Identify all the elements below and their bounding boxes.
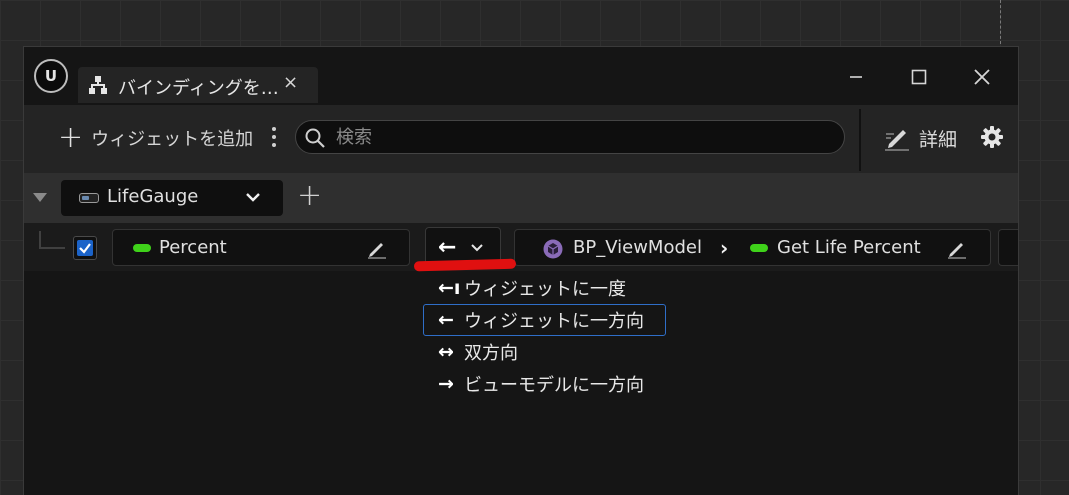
pencil-edit-icon <box>885 130 909 151</box>
tree-connector <box>39 231 65 249</box>
details-button[interactable]: 詳細 <box>883 123 957 153</box>
title-bar: U バインディングを… × <box>24 47 1018 105</box>
background-guide-line <box>1000 0 1001 44</box>
chevron-down-icon <box>471 244 483 252</box>
mode-option-label: ビューモデルに一方向 <box>464 375 644 396</box>
viewmodel-select[interactable]: LifeGauge <box>61 180 283 216</box>
toolbar: + ウィジェットを追加 詳細 <box>24 105 1018 173</box>
binding-enabled-checkbox[interactable] <box>73 236 97 260</box>
gear-icon[interactable] <box>980 125 1004 149</box>
tab-bindings[interactable]: バインディングを… × <box>78 67 318 103</box>
next-field-edge <box>998 229 1018 266</box>
details-label: 詳細 <box>919 128 958 151</box>
mode-option-two-way[interactable]: ↔ 双方向 <box>423 336 666 368</box>
tab-title: バインディングを… <box>118 78 279 99</box>
close-icon <box>974 69 990 85</box>
edit-pencil-icon[interactable] <box>367 239 387 259</box>
binding-row: Percent ← BP_ViewModel › Get Life Percen… <box>24 223 1018 271</box>
minimize-icon <box>850 76 862 78</box>
chevron-down-icon <box>246 193 260 202</box>
minimize-button[interactable] <box>836 61 876 93</box>
maximize-icon <box>911 69 927 85</box>
more-options-button[interactable] <box>270 124 278 152</box>
close-window-button[interactable] <box>962 61 1002 93</box>
hierarchy-icon <box>89 76 107 94</box>
viewmodel-select-value: LifeGauge <box>107 186 199 207</box>
search-box[interactable] <box>295 120 845 154</box>
kebab-dot-icon <box>272 135 276 139</box>
add-widget-label: ウィジェットを追加 <box>91 129 254 150</box>
viewmodel-bar: LifeGauge + <box>24 173 1018 223</box>
one-time-arrow-icon: ←ı <box>438 277 461 299</box>
viewmodel-name: BP_ViewModel <box>573 237 702 258</box>
viewmodel-cube-icon <box>543 239 563 259</box>
collapse-arrow-icon[interactable] <box>33 193 47 202</box>
maximize-button[interactable] <box>899 61 939 93</box>
right-arrow-icon: → <box>438 373 454 395</box>
viewmodel-property-label: Get Life Percent <box>777 237 921 258</box>
search-icon <box>305 128 325 148</box>
mode-option-label: ウィジェットに一方向 <box>464 311 644 332</box>
plus-icon: + <box>58 120 84 155</box>
unreal-logo-icon: U <box>34 59 68 93</box>
bindings-window: U バインディングを… × + ウィジェットを追加 検索 詳細 LifeGaug… <box>23 46 1019 495</box>
search-input[interactable] <box>336 124 826 150</box>
tab-close-button[interactable]: × <box>283 72 298 93</box>
add-widget-button[interactable]: + ウィジェットを追加 <box>58 120 254 155</box>
kebab-dot-icon <box>272 143 276 147</box>
left-arrow-icon: ← <box>438 309 454 331</box>
binding-mode-dropdown: ←ı ウィジェットに一度 ← ウィジェットに一方向 ↔ 双方向 → ビューモデル… <box>423 272 673 396</box>
mode-option-one-way-to-widget[interactable]: ← ウィジェットに一方向 <box>423 304 666 336</box>
mode-option-one-time-to-widget[interactable]: ←ı ウィジェットに一度 <box>423 272 666 304</box>
edit-pencil-icon[interactable] <box>947 239 967 259</box>
widget-property-field[interactable]: Percent <box>112 229 410 266</box>
property-type-icon <box>750 244 768 252</box>
viewmodel-property-field[interactable]: BP_ViewModel › Get Life Percent <box>514 229 991 266</box>
mode-option-label: ウィジェットに一度 <box>464 279 626 300</box>
widget-chip-icon <box>79 193 99 203</box>
toolbar-divider <box>859 109 861 171</box>
add-viewmodel-button[interactable]: + <box>297 181 322 211</box>
mode-option-one-way-to-viewmodel[interactable]: → ビューモデルに一方向 <box>423 368 666 400</box>
property-type-icon <box>133 244 151 252</box>
double-arrow-icon: ↔ <box>438 341 454 363</box>
kebab-dot-icon <box>272 127 276 131</box>
binding-mode-glyph: ← <box>438 235 457 260</box>
checkmark-icon <box>77 240 93 256</box>
mode-option-label: 双方向 <box>464 343 518 364</box>
path-separator: › <box>720 236 729 260</box>
widget-property-label: Percent <box>159 237 227 258</box>
